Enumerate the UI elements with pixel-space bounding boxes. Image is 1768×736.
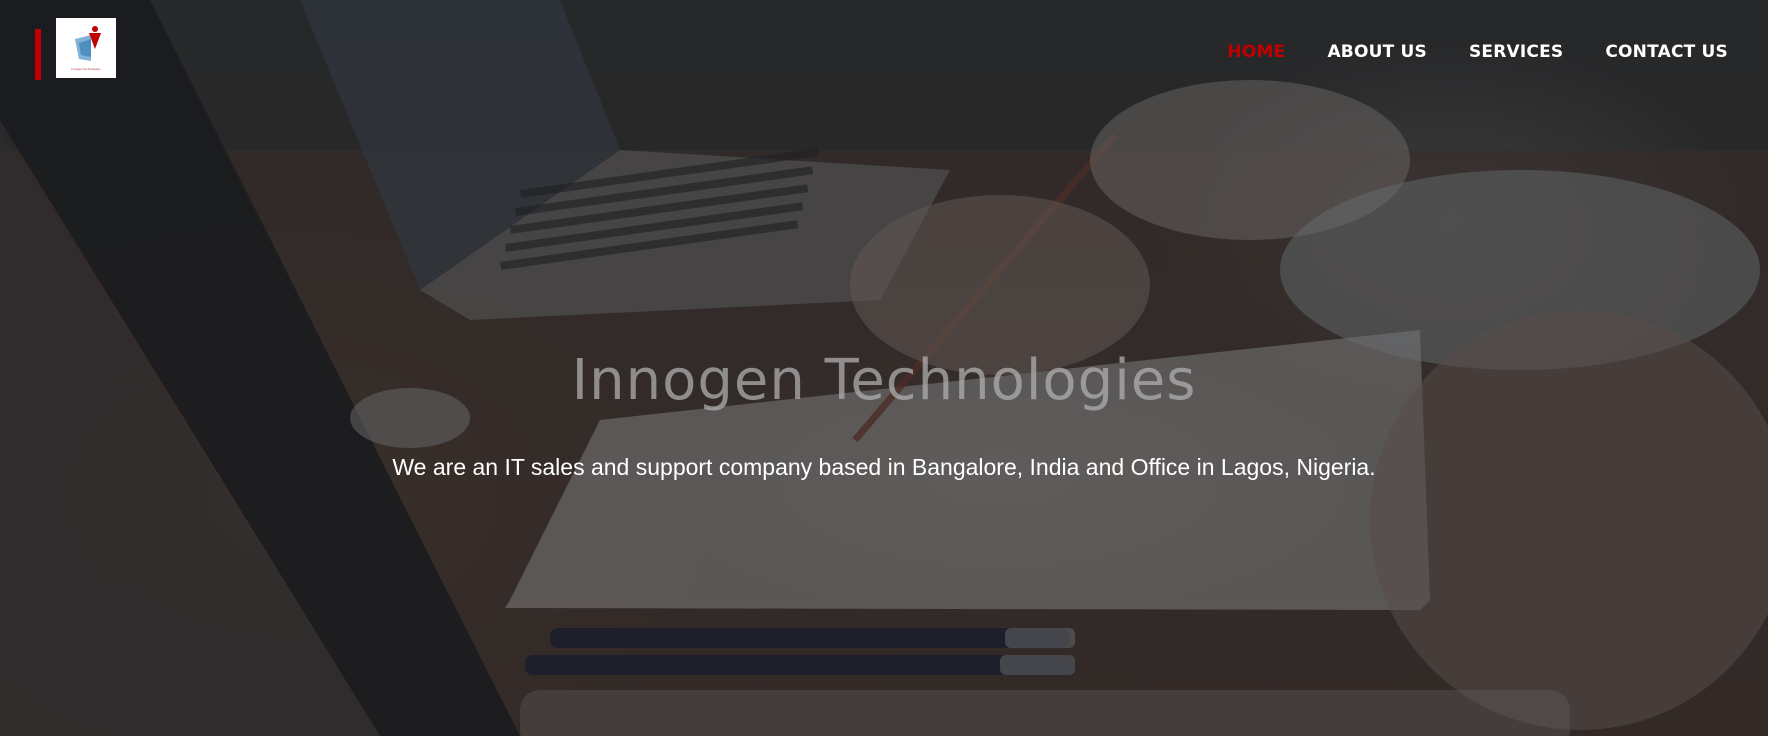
hero-subtitle: We are an IT sales and support company b… [392,454,1376,480]
main-nav: HOME ABOUT US SERVICES CONTACT US [1227,42,1728,62]
logo-icon [75,26,101,61]
site-logo[interactable]: Innogen Technologies [56,18,116,78]
site-header: Innogen Technologies HOME ABOUT US SERVI… [0,0,1768,100]
hero-section: Innogen Technologies HOME ABOUT US SERVI… [0,0,1768,736]
hero-title: Innogen Technologies [571,348,1197,413]
nav-services[interactable]: SERVICES [1469,42,1563,62]
nav-contact-us[interactable]: CONTACT US [1605,42,1728,62]
nav-about-us[interactable]: ABOUT US [1327,42,1427,62]
logo-text: Innogen Technologies [71,67,101,71]
logo-accent-bar [35,29,41,80]
nav-home[interactable]: HOME [1227,42,1285,62]
